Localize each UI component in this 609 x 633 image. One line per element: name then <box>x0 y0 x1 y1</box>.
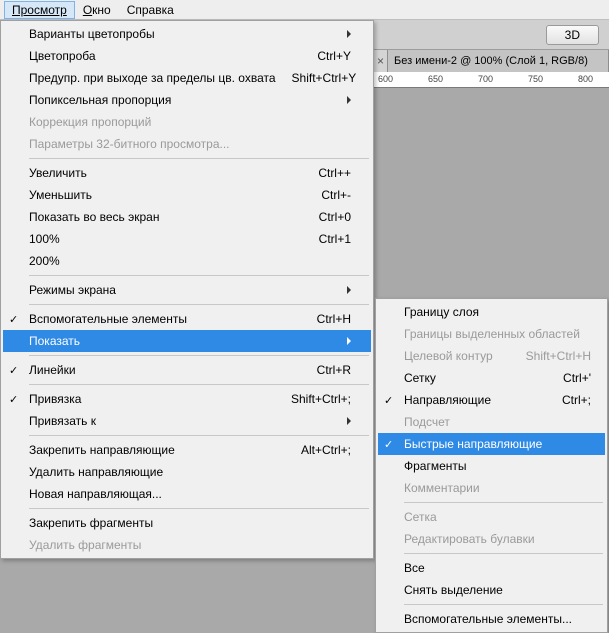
submenu-grid[interactable]: СеткуCtrl+' <box>378 367 605 389</box>
menubar: Просмотр Окно Справка <box>0 0 609 20</box>
menu-new-guide[interactable]: Новая направляющая... <box>3 483 371 505</box>
ruler-tick: 700 <box>478 74 493 84</box>
submenu-all[interactable]: Все <box>378 557 605 579</box>
menu-clear-slices: Удалить фрагменты <box>3 534 371 556</box>
ruler-tick: 750 <box>528 74 543 84</box>
menu-lock-slices[interactable]: Закрепить фрагменты <box>3 512 371 534</box>
document-tabs: × Без имени-2 @ 100% (Слой 1, RGB/8) <box>374 50 609 72</box>
ruler-tick: 600 <box>378 74 393 84</box>
menu-proof-setup[interactable]: Варианты цветопробы <box>3 23 371 45</box>
submenu-show-options[interactable]: Вспомогательные элементы... <box>378 608 605 630</box>
horizontal-ruler: 600 650 700 750 800 <box>374 72 609 88</box>
menu-proof-colors[interactable]: ЦветопробаCtrl+Y <box>3 45 371 67</box>
check-icon: ✓ <box>9 313 18 326</box>
tab-title: Без имени-2 @ 100% (Слой 1, RGB/8) <box>394 55 588 67</box>
menu-view[interactable]: Просмотр <box>4 1 75 19</box>
check-icon: ✓ <box>9 393 18 406</box>
menu-window[interactable]: Окно <box>75 1 119 19</box>
separator <box>29 304 369 305</box>
document-tab-1[interactable]: × <box>374 50 388 72</box>
menu-zoom-in[interactable]: УвеличитьCtrl++ <box>3 162 371 184</box>
menu-show[interactable]: Показать <box>3 330 371 352</box>
chevron-right-icon <box>347 337 351 345</box>
separator <box>29 384 369 385</box>
3d-button[interactable]: 3D <box>546 25 599 45</box>
submenu-grid2: Сетка <box>378 506 605 528</box>
submenu-edit-pins: Редактировать булавки <box>378 528 605 550</box>
separator <box>29 275 369 276</box>
ruler-tick: 650 <box>428 74 443 84</box>
separator <box>29 435 369 436</box>
show-submenu: Границу слоя Границы выделенных областей… <box>375 298 608 633</box>
submenu-count: Подсчет <box>378 411 605 433</box>
menu-32bit-preview: Параметры 32-битного просмотра... <box>3 133 371 155</box>
submenu-smart-guides[interactable]: ✓Быстрые направляющие <box>378 433 605 455</box>
menu-200pct[interactable]: 200% <box>3 250 371 272</box>
close-icon[interactable]: × <box>377 54 384 68</box>
menu-100pct[interactable]: 100%Ctrl+1 <box>3 228 371 250</box>
separator <box>404 604 603 605</box>
chevron-right-icon <box>347 417 351 425</box>
menu-fit-screen[interactable]: Показать во весь экранCtrl+0 <box>3 206 371 228</box>
separator <box>29 158 369 159</box>
submenu-selection-edges: Границы выделенных областей <box>378 323 605 345</box>
submenu-guides[interactable]: ✓НаправляющиеCtrl+; <box>378 389 605 411</box>
chevron-right-icon <box>347 96 351 104</box>
toolbar: ▮◂ 3D <box>374 20 609 50</box>
view-menu: Варианты цветопробы ЦветопробаCtrl+Y Пре… <box>0 20 374 559</box>
menu-clear-guides[interactable]: Удалить направляющие <box>3 461 371 483</box>
submenu-layer-edges[interactable]: Границу слоя <box>378 301 605 323</box>
menu-lock-guides[interactable]: Закрепить направляющиеAlt+Ctrl+; <box>3 439 371 461</box>
separator <box>29 355 369 356</box>
ruler-tick: 800 <box>578 74 593 84</box>
submenu-notes: Комментарии <box>378 477 605 499</box>
menu-rulers[interactable]: ✓ЛинейкиCtrl+R <box>3 359 371 381</box>
document-tab-2[interactable]: Без имени-2 @ 100% (Слой 1, RGB/8) <box>388 50 609 72</box>
chevron-right-icon <box>347 30 351 38</box>
menu-snap-to[interactable]: Привязать к <box>3 410 371 432</box>
check-icon: ✓ <box>384 438 393 451</box>
menu-extras[interactable]: ✓Вспомогательные элементыCtrl+H <box>3 308 371 330</box>
check-icon: ✓ <box>9 364 18 377</box>
menu-snap[interactable]: ✓ПривязкаShift+Ctrl+; <box>3 388 371 410</box>
separator <box>404 502 603 503</box>
menu-gamut-warning[interactable]: Предупр. при выходе за пределы цв. охват… <box>3 67 371 89</box>
menu-proportion-correction: Коррекция пропорций <box>3 111 371 133</box>
menu-pixel-aspect[interactable]: Попиксельная пропорция <box>3 89 371 111</box>
submenu-target-path: Целевой контурShift+Ctrl+H <box>378 345 605 367</box>
separator <box>404 553 603 554</box>
separator <box>29 508 369 509</box>
chevron-right-icon <box>347 286 351 294</box>
check-icon: ✓ <box>384 394 393 407</box>
menu-zoom-out[interactable]: УменьшитьCtrl+- <box>3 184 371 206</box>
submenu-slices[interactable]: Фрагменты <box>378 455 605 477</box>
menu-screen-mode[interactable]: Режимы экрана <box>3 279 371 301</box>
submenu-none[interactable]: Снять выделение <box>378 579 605 601</box>
menu-help[interactable]: Справка <box>119 1 182 19</box>
